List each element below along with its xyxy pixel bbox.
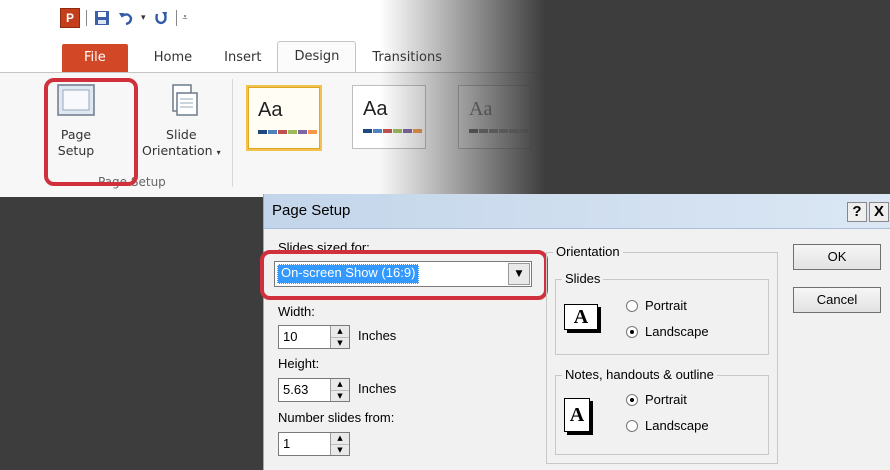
width-unit: Inches <box>358 328 397 343</box>
number-slides-from-value: 1 <box>283 436 291 451</box>
notes-orientation-group: Notes, handouts & outline A Portrait Lan… <box>555 367 769 455</box>
notes-portrait-label: Portrait <box>645 392 687 407</box>
tab-insert[interactable]: Insert <box>208 44 277 72</box>
page-setup-dialog: Page Setup ? X Slides sized for: On-scre… <box>260 194 890 470</box>
slides-orientation-group: Slides A Portrait Landscape <box>555 271 769 355</box>
chevron-down-icon: ▾ <box>216 148 221 157</box>
slides-landscape-label: Landscape <box>645 324 709 339</box>
notes-portrait-radio[interactable]: Portrait <box>626 392 687 407</box>
slide-orientation-label-text: Orientation <box>142 143 213 158</box>
theme-color-swatches <box>363 129 422 133</box>
theme-color-swatches <box>258 130 317 134</box>
close-button[interactable]: X <box>869 202 889 222</box>
spinner-arrows-icon[interactable]: ▲ ▼ <box>330 433 349 455</box>
notes-landscape-radio[interactable]: Landscape <box>626 418 709 433</box>
height-unit: Inches <box>358 381 397 396</box>
orientation-icon-letter: A <box>569 403 585 426</box>
customize-toolbar-icon[interactable]: ⩡ <box>183 13 188 23</box>
help-button[interactable]: ? <box>847 202 867 222</box>
tab-transitions[interactable]: Transitions <box>356 44 458 72</box>
ribbon-tabs: File Home Insert Design Transitions <box>62 40 458 72</box>
spinner-arrows-icon[interactable]: ▲ ▼ <box>330 326 349 348</box>
slide-orientation-label-line1: Slide <box>166 127 197 142</box>
slides-portrait-radio[interactable]: Portrait <box>626 298 687 313</box>
undo-dropdown-icon[interactable]: ▾ <box>141 13 146 23</box>
radio-circle-selected <box>626 393 638 406</box>
notes-group-label: Notes, handouts & outline <box>562 367 717 382</box>
powerpoint-logo-icon[interactable]: P <box>60 8 80 28</box>
theme-sample-text: Aa <box>469 98 493 120</box>
slides-group-label: Slides <box>562 271 604 286</box>
slide-orientation-button[interactable]: Slide Orientation ▾ <box>142 81 221 161</box>
width-label: Width: <box>278 304 315 319</box>
redo-icon[interactable] <box>152 9 170 27</box>
height-label: Height: <box>278 356 320 371</box>
slide-size-highlight <box>260 250 548 300</box>
landscape-page-icon: A <box>564 304 598 330</box>
toolbar-divider <box>175 10 177 26</box>
quick-access-toolbar: P ▾ ⩡ <box>60 6 188 30</box>
theme-thumbnail-3[interactable]: Aa <box>458 85 532 149</box>
portrait-page-icon: A <box>564 398 590 432</box>
tab-home[interactable]: Home <box>138 44 208 72</box>
radio-circle-selected <box>626 325 638 338</box>
dialog-titlebar: Page Setup ? X <box>264 194 890 229</box>
undo-icon[interactable] <box>117 9 135 27</box>
spinner-arrows-icon[interactable]: ▲ ▼ <box>330 379 349 401</box>
number-slides-from-label: Number slides from: <box>278 410 395 425</box>
page-setup-highlight <box>44 78 138 186</box>
theme-thumbnail-2[interactable]: Aa <box>352 85 426 149</box>
tab-design[interactable]: Design <box>277 41 357 72</box>
orientation-icon-letter: A <box>573 305 589 328</box>
notes-landscape-label: Landscape <box>645 418 709 433</box>
theme-sample-text: Aa <box>363 98 388 120</box>
ok-button[interactable]: OK <box>793 244 881 270</box>
height-spinner[interactable]: 5.63 ▲ ▼ <box>278 378 350 402</box>
theme-color-swatches <box>469 129 528 133</box>
width-spinner[interactable]: 10 ▲ ▼ <box>278 325 350 349</box>
theme-thumbnail-1[interactable]: Aa <box>246 85 322 151</box>
group-divider <box>232 79 233 187</box>
tab-file[interactable]: File <box>62 44 128 72</box>
orientation-label: Orientation <box>553 244 623 259</box>
cancel-button[interactable]: Cancel <box>793 287 881 313</box>
slide-orientation-icon <box>172 84 199 116</box>
slides-landscape-radio[interactable]: Landscape <box>626 324 709 339</box>
height-value: 5.63 <box>283 382 309 397</box>
toolbar-divider <box>86 10 87 26</box>
radio-circle <box>626 419 638 432</box>
width-value: 10 <box>283 329 298 344</box>
orientation-group: Orientation Slides A Portrait Landscape … <box>546 244 778 464</box>
dialog-title: Page Setup <box>272 202 351 219</box>
number-slides-from-spinner[interactable]: 1 ▲ ▼ <box>278 432 350 456</box>
radio-circle <box>626 299 638 312</box>
theme-sample-text: Aa <box>258 99 283 121</box>
save-icon[interactable] <box>93 9 111 27</box>
slide-orientation-label-line2: Orientation ▾ <box>142 143 221 161</box>
slides-portrait-label: Portrait <box>645 298 687 313</box>
